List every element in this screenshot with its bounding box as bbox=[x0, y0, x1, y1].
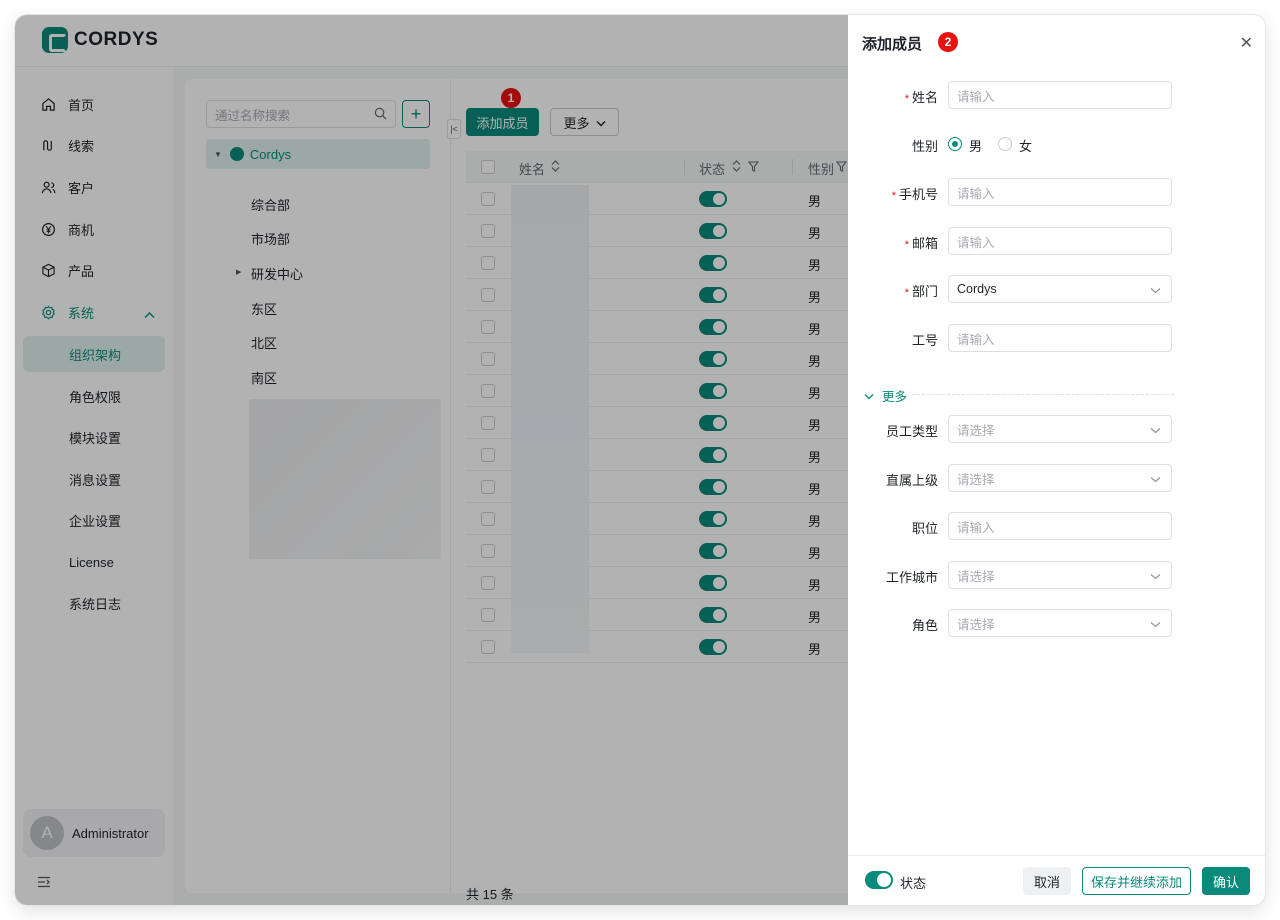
work-city-select[interactable]: 请选择 bbox=[948, 561, 1172, 589]
field-label-name: * 姓名 bbox=[904, 90, 938, 105]
cancel-button[interactable]: 取消 bbox=[1023, 867, 1071, 895]
gender-female-label[interactable]: 女 bbox=[1019, 136, 1032, 155]
confirm-button[interactable]: 确认 bbox=[1202, 867, 1250, 895]
name-input[interactable]: 请输入 bbox=[948, 81, 1172, 109]
add-member-drawer: 添加成员 2 ✕ * 姓名 请输入 性别 男 女 * 手机号 请输入 * 邮箱 请输入… bbox=[848, 15, 1265, 905]
field-label-city: 工作城市 bbox=[885, 570, 938, 585]
position-input[interactable]: 请输入 bbox=[948, 512, 1172, 540]
department-select[interactable]: Cordys bbox=[948, 275, 1172, 303]
chevron-down-icon bbox=[864, 389, 874, 403]
gender-male-radio[interactable] bbox=[948, 137, 962, 151]
role-select[interactable]: 请选择 bbox=[948, 609, 1172, 637]
more-section-toggle[interactable]: 更多 bbox=[864, 386, 907, 405]
phone-input[interactable]: 请输入 bbox=[948, 178, 1172, 206]
field-label-phone: * 手机号 bbox=[891, 187, 938, 202]
section-divider bbox=[912, 394, 1174, 395]
close-icon[interactable]: ✕ bbox=[1240, 33, 1253, 53]
drawer-footer: 状态 取消 保存并继续添加 确认 bbox=[848, 855, 1265, 905]
step-badge-2: 2 bbox=[938, 32, 958, 52]
employee-type-select[interactable]: 请选择 bbox=[948, 415, 1172, 443]
field-label-emp-type: 员工类型 bbox=[885, 424, 938, 439]
field-label-position: 职位 bbox=[911, 521, 938, 536]
chevron-down-icon bbox=[1150, 569, 1161, 583]
app-window: CORDYS 首页 线索 客户 商机 产品 系统 组织架构 角色权限 模块设置 … bbox=[15, 15, 1265, 905]
chevron-down-icon bbox=[1150, 617, 1161, 631]
field-label-empno: 工号 bbox=[911, 333, 938, 348]
field-label-supervisor: 直属上级 bbox=[885, 473, 938, 488]
modal-overlay[interactable] bbox=[15, 15, 848, 905]
chevron-down-icon bbox=[1150, 472, 1161, 486]
gender-female-radio[interactable] bbox=[998, 137, 1012, 151]
save-and-continue-button[interactable]: 保存并继续添加 bbox=[1082, 867, 1191, 895]
field-label-role: 角色 bbox=[911, 618, 938, 633]
field-label-email: * 邮箱 bbox=[904, 236, 938, 251]
more-section-label: 更多 bbox=[882, 390, 908, 404]
supervisor-select[interactable]: 请选择 bbox=[948, 464, 1172, 492]
chevron-down-icon bbox=[1150, 423, 1161, 437]
drawer-title: 添加成员 bbox=[862, 36, 923, 53]
status-toggle[interactable] bbox=[865, 871, 893, 889]
status-toggle-label: 状态 bbox=[900, 876, 927, 891]
chevron-down-icon bbox=[1150, 283, 1161, 297]
gender-male-label[interactable]: 男 bbox=[969, 136, 982, 155]
field-label-gender: 性别 bbox=[911, 139, 938, 154]
email-input[interactable]: 请输入 bbox=[948, 227, 1172, 255]
employee-number-input[interactable]: 请输入 bbox=[948, 324, 1172, 352]
field-label-dept: * 部门 bbox=[904, 284, 938, 299]
